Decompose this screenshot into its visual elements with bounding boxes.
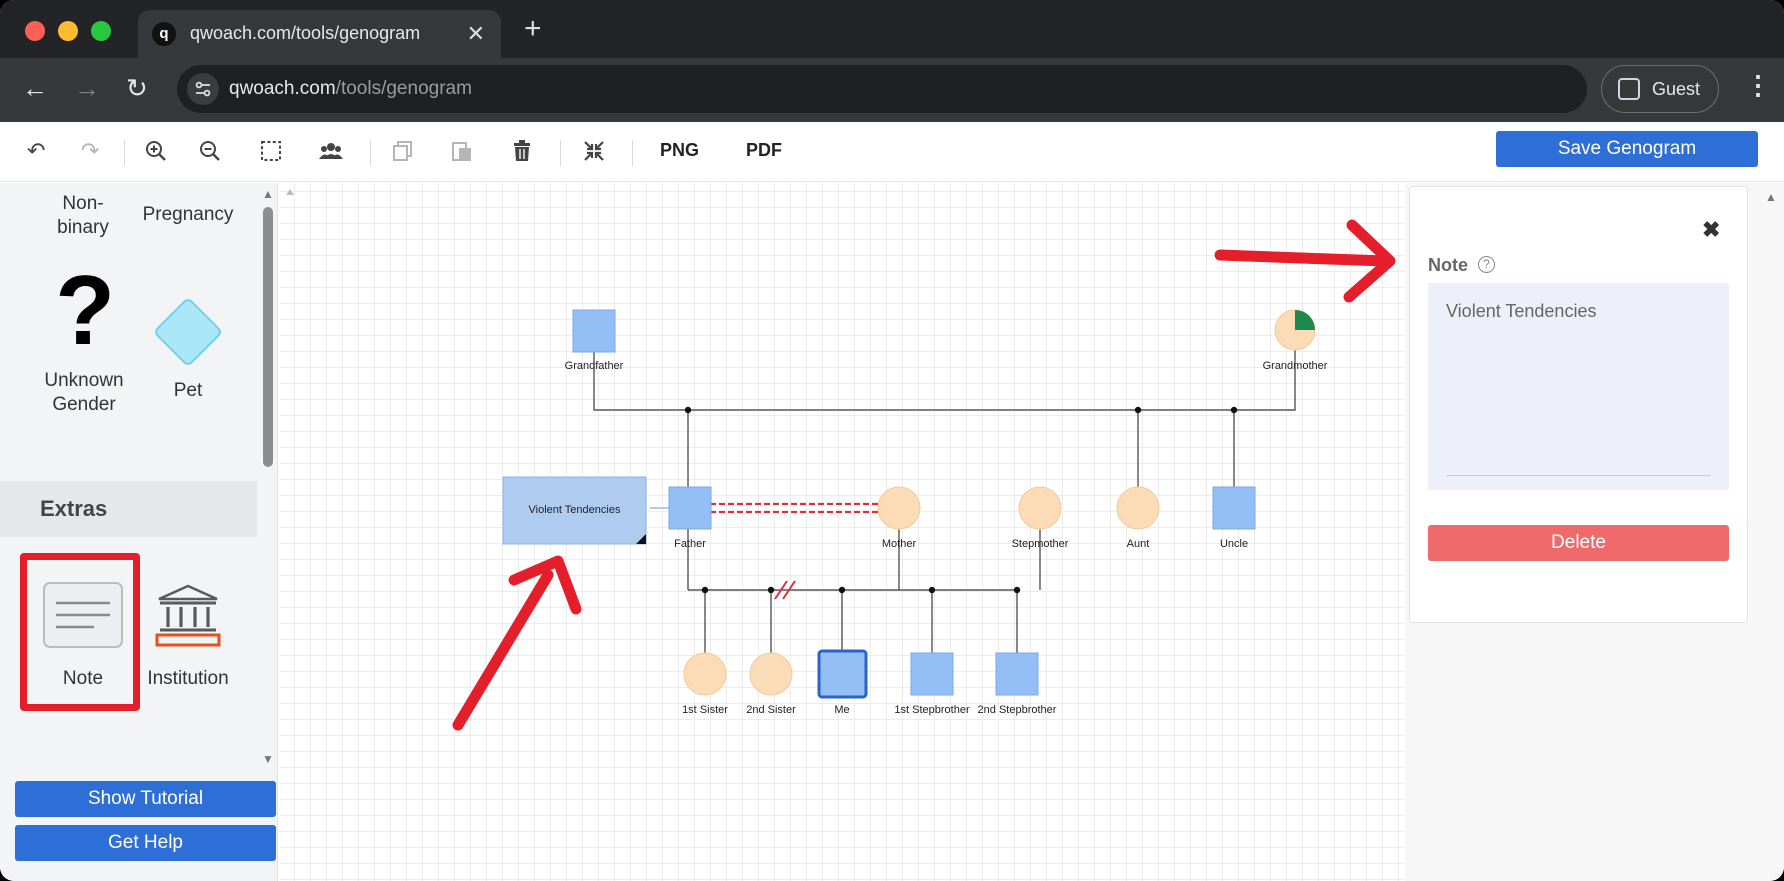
select-icon[interactable] bbox=[260, 140, 282, 166]
fit-icon[interactable] bbox=[583, 140, 605, 166]
institution-label: Institution bbox=[147, 668, 229, 689]
favicon-icon: q bbox=[152, 22, 176, 46]
toolbar-divider bbox=[124, 140, 125, 166]
pet-label: Pet bbox=[173, 380, 203, 401]
uncle-label: Uncle bbox=[1220, 538, 1248, 550]
stepmother-label: Stepmother bbox=[1012, 538, 1069, 550]
note-text: Violent Tendencies bbox=[529, 504, 621, 516]
genogram-diagram: Grandfather Grandmother Violent Tendenci… bbox=[286, 189, 1396, 731]
grandmother-label: Grandmother bbox=[1263, 360, 1328, 372]
canvas-scroll-up-icon[interactable] bbox=[286, 189, 294, 195]
palette-scrollbar-thumb[interactable] bbox=[263, 207, 273, 467]
shape-palette: Non- binary Pregnancy ? Unknown Gender P… bbox=[0, 183, 278, 881]
copy-icon[interactable] bbox=[392, 140, 414, 166]
tab-title: qwoach.com/tools/genogram bbox=[190, 23, 421, 43]
panel-scroll-up-icon[interactable]: ▲ bbox=[1765, 190, 1777, 204]
institution-shape[interactable] bbox=[154, 583, 222, 649]
close-window-button[interactable] bbox=[25, 21, 45, 41]
diamond-icon bbox=[155, 299, 221, 365]
first-stepbrother-symbol[interactable] bbox=[910, 652, 954, 696]
mother-label: Mother bbox=[882, 538, 917, 550]
address-bar[interactable]: qwoach.com/tools/genogram bbox=[177, 65, 1587, 113]
note-textarea-value: Violent Tendencies bbox=[1446, 301, 1597, 321]
delete-button[interactable]: Delete bbox=[1428, 525, 1729, 561]
profile-button[interactable]: Guest bbox=[1601, 65, 1719, 113]
me-label: Me bbox=[834, 704, 849, 716]
export-pdf-button[interactable]: PDF bbox=[746, 140, 782, 161]
unknown-gender-shape[interactable]: ? bbox=[52, 261, 118, 359]
second-sister-label: 2nd Sister bbox=[746, 704, 796, 716]
browser-tab[interactable]: q qwoach.com/tools/genogram ✕ bbox=[138, 10, 501, 58]
annotation-highlight-box bbox=[20, 553, 140, 711]
conflict-relationship-line[interactable] bbox=[710, 502, 879, 514]
uncle-symbol[interactable] bbox=[1212, 486, 1256, 530]
question-mark-icon: ? bbox=[55, 255, 115, 365]
pregnancy-shape-label[interactable]: Pregnancy bbox=[133, 203, 243, 227]
app-toolbar: ↶ ↷ PNG PDF Save Genogram bbox=[0, 122, 1784, 182]
trash-icon[interactable] bbox=[512, 140, 532, 166]
paste-icon[interactable] bbox=[451, 140, 473, 166]
extras-section-header: Extras bbox=[0, 481, 257, 537]
father-symbol[interactable] bbox=[668, 486, 712, 530]
note-textarea[interactable]: Violent Tendencies bbox=[1428, 283, 1729, 490]
genogram-canvas[interactable]: Grandfather Grandmother Violent Tendenci… bbox=[280, 183, 1405, 881]
reload-icon[interactable]: ↻ bbox=[126, 75, 148, 101]
back-icon[interactable]: ← bbox=[22, 75, 48, 101]
toolbar-divider bbox=[560, 140, 561, 166]
zoom-in-icon[interactable] bbox=[145, 140, 167, 166]
grandmother-condition-indicator bbox=[1295, 310, 1315, 330]
profile-label: Guest bbox=[1652, 79, 1701, 99]
stepmother-symbol[interactable] bbox=[1018, 486, 1062, 530]
tab-close-icon[interactable]: ✕ bbox=[467, 21, 485, 47]
browser-window: q qwoach.com/tools/genogram ✕ + ← → ↻ qw… bbox=[0, 0, 1784, 881]
grandfather-symbol[interactable] bbox=[572, 309, 616, 353]
first-sister-label: 1st Sister bbox=[682, 704, 728, 716]
textarea-underline bbox=[1446, 475, 1710, 476]
first-stepbrother-label: 1st Stepbrother bbox=[894, 704, 970, 716]
aunt-label: Aunt bbox=[1127, 538, 1150, 550]
save-genogram-button[interactable]: Save Genogram bbox=[1496, 131, 1758, 167]
scroll-up-icon[interactable]: ▲ bbox=[262, 187, 274, 201]
help-icon[interactable]: ? bbox=[1478, 256, 1495, 273]
zoom-out-icon[interactable] bbox=[199, 140, 221, 166]
second-stepbrother-label: 2nd Stepbrother bbox=[978, 704, 1057, 716]
group-icon[interactable] bbox=[319, 140, 343, 166]
nav-bar: ← → ↻ qwoach.com/tools/genogram Guest ⋮ bbox=[0, 58, 1784, 122]
annotation-arrow-panel bbox=[1214, 219, 1396, 303]
show-tutorial-button[interactable]: Show Tutorial bbox=[15, 781, 276, 817]
site-settings-icon[interactable] bbox=[187, 73, 219, 105]
zoom-window-button[interactable] bbox=[91, 21, 111, 41]
tab-bar: q qwoach.com/tools/genogram ✕ + bbox=[0, 0, 1784, 58]
unknown-gender-label: Unknown Gender bbox=[44, 370, 124, 415]
profile-icon bbox=[1618, 78, 1640, 100]
second-stepbrother-symbol[interactable] bbox=[995, 652, 1039, 696]
pet-shape[interactable] bbox=[147, 291, 229, 373]
mother-symbol[interactable] bbox=[877, 486, 921, 530]
export-png-button[interactable]: PNG bbox=[660, 140, 699, 161]
undo-icon[interactable]: ↶ bbox=[27, 140, 45, 162]
minimize-window-button[interactable] bbox=[58, 21, 78, 41]
scroll-down-icon[interactable]: ▼ bbox=[262, 752, 274, 766]
close-icon[interactable]: ✖ bbox=[1702, 217, 1720, 243]
grandfather-label: Grandfather bbox=[565, 360, 624, 372]
first-sister-symbol[interactable] bbox=[683, 652, 727, 696]
get-help-button[interactable]: Get Help bbox=[15, 825, 276, 861]
url-text: qwoach.com/tools/genogram bbox=[229, 78, 472, 99]
menu-icon[interactable]: ⋮ bbox=[1745, 70, 1771, 101]
me-symbol[interactable] bbox=[817, 649, 868, 699]
forward-icon[interactable]: → bbox=[74, 75, 100, 101]
second-sister-symbol[interactable] bbox=[749, 652, 793, 696]
institution-icon bbox=[155, 584, 221, 647]
nonbinary-shape-label[interactable]: Non- binary bbox=[35, 192, 131, 240]
extras-title: Extras bbox=[40, 496, 108, 521]
father-label: Father bbox=[674, 538, 706, 550]
new-tab-icon[interactable]: + bbox=[524, 14, 542, 44]
note-field-label: Note bbox=[1428, 255, 1468, 275]
aunt-symbol[interactable] bbox=[1116, 486, 1160, 530]
redo-icon[interactable]: ↷ bbox=[81, 140, 99, 162]
toolbar-divider bbox=[632, 140, 633, 166]
note-properties-panel: ✖ Note ? Violent Tendencies Delete bbox=[1409, 186, 1748, 623]
annotation-arrow-note bbox=[452, 555, 582, 731]
toolbar-divider bbox=[370, 140, 371, 166]
